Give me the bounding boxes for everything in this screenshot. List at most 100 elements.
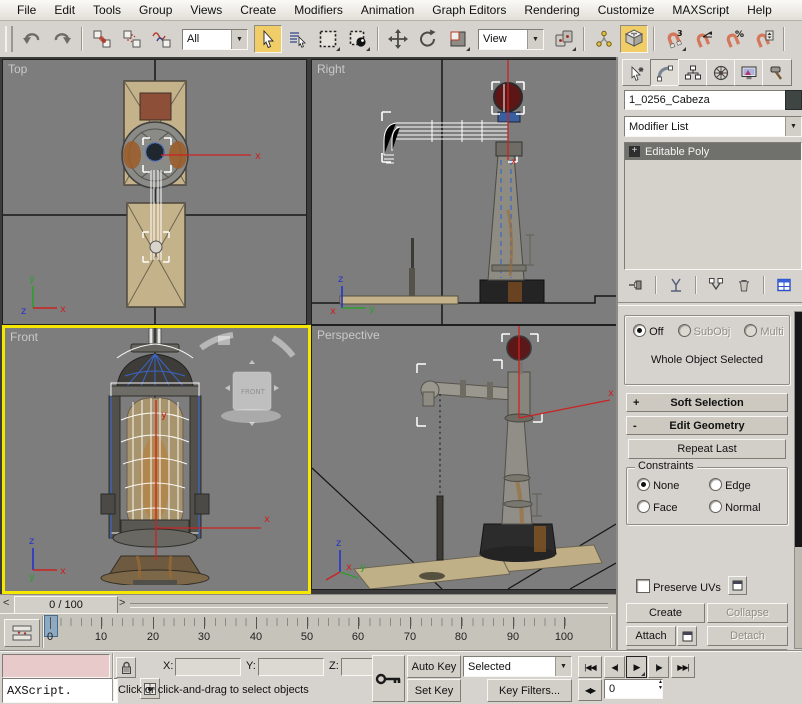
- create-button[interactable]: Create: [626, 603, 705, 623]
- constraint-none-radio[interactable]: None: [637, 478, 679, 492]
- select-and-rotate-icon[interactable]: [414, 25, 442, 53]
- unlink-selection-icon[interactable]: [118, 25, 146, 53]
- key-filters-button[interactable]: Key Filters...: [487, 679, 572, 702]
- menu-maxscript[interactable]: MAXScript: [663, 1, 738, 19]
- viewport-perspective[interactable]: x z x y Perspective: [311, 325, 617, 590]
- toolbar-grip[interactable]: [5, 26, 13, 52]
- previous-frame-button[interactable]: ◀|: [604, 656, 625, 678]
- time-slider-prev-icon[interactable]: <: [3, 597, 9, 609]
- menu-file[interactable]: File: [8, 1, 45, 19]
- viewport-front[interactable]: y x FRONT z x: [2, 325, 311, 594]
- reference-coordinate-arrow-icon[interactable]: ▼: [527, 30, 543, 49]
- attach-button[interactable]: Attach: [626, 626, 676, 646]
- preview-off-radio[interactable]: Off: [633, 324, 664, 338]
- mini-curve-editor-button[interactable]: [4, 619, 40, 647]
- menu-create[interactable]: Create: [231, 1, 285, 19]
- collapse-button[interactable]: Collapse: [707, 603, 788, 623]
- tab-hierarchy[interactable]: [678, 59, 708, 86]
- make-unique-icon[interactable]: [704, 274, 728, 296]
- viewport-top[interactable]: x y x z Top: [2, 59, 307, 325]
- constraint-face-radio[interactable]: Face: [637, 500, 678, 514]
- preview-subobj-radio[interactable]: SubObj: [678, 324, 731, 338]
- bind-to-space-warp-icon[interactable]: [148, 25, 176, 53]
- detach-button[interactable]: Detach: [707, 626, 788, 646]
- pin-stack-icon[interactable]: [624, 274, 648, 296]
- select-by-name-icon[interactable]: [284, 25, 312, 53]
- tab-motion[interactable]: [706, 59, 736, 86]
- set-key-button[interactable]: Set Key: [407, 679, 461, 702]
- configure-modifier-sets-icon[interactable]: [772, 274, 796, 296]
- object-color-swatch[interactable]: [785, 90, 802, 110]
- viewport-front-label[interactable]: Front: [10, 330, 38, 344]
- set-keys-button[interactable]: [372, 655, 405, 702]
- preserve-uvs-checkbox[interactable]: Preserve UVs: [636, 579, 721, 594]
- select-and-scale-icon[interactable]: [444, 25, 472, 53]
- selection-set-dropdown[interactable]: Selected ▼: [463, 656, 572, 677]
- menu-modifiers[interactable]: Modifiers: [285, 1, 352, 19]
- snaps-toggle-icon[interactable]: [620, 25, 648, 53]
- viewport-right-label[interactable]: Right: [317, 62, 345, 76]
- time-slider-track[interactable]: [130, 603, 608, 608]
- tab-create[interactable]: [622, 59, 652, 86]
- menu-customize[interactable]: Customize: [589, 1, 664, 19]
- reference-coordinate-dropdown[interactable]: View ▼: [478, 29, 544, 50]
- menu-group[interactable]: Group: [130, 1, 181, 19]
- constraint-edge-radio[interactable]: Edge: [709, 478, 751, 492]
- menu-animation[interactable]: Animation: [352, 1, 423, 19]
- frame-spinner[interactable]: ▲ ▼: [655, 679, 666, 699]
- object-name-field[interactable]: 1_0256_Cabeza: [624, 90, 790, 110]
- use-pivot-point-center-icon[interactable]: [550, 25, 578, 53]
- rectangular-selection-region-icon[interactable]: [314, 25, 342, 53]
- window-crossing-icon[interactable]: [344, 25, 372, 53]
- constraint-normal-radio[interactable]: Normal: [709, 500, 761, 514]
- select-and-manipulate-icon[interactable]: [590, 25, 618, 53]
- track-bar[interactable]: 0 10 20 30 40 50 60 70 80 90 100: [0, 613, 616, 651]
- menu-graph-editors[interactable]: Graph Editors: [423, 1, 515, 19]
- selection-set-arrow-icon[interactable]: ▼: [555, 657, 571, 676]
- menu-edit[interactable]: Edit: [45, 1, 84, 19]
- menu-views[interactable]: Views: [181, 1, 231, 19]
- auto-key-button[interactable]: Auto Key: [407, 655, 461, 678]
- x-coord-field[interactable]: [175, 658, 241, 676]
- panel-scrollbar[interactable]: [794, 311, 802, 649]
- viewport-top-label[interactable]: Top: [8, 62, 27, 76]
- go-to-end-button[interactable]: ▶▶|: [671, 656, 695, 678]
- panel-scrollbar-thumb[interactable]: [795, 312, 802, 547]
- maxscript-listener-pink-field[interactable]: [2, 654, 110, 678]
- attach-settings-button[interactable]: [677, 626, 697, 646]
- remove-modifier-icon[interactable]: [732, 274, 756, 296]
- angle-snap-toggle-icon[interactable]: [690, 25, 718, 53]
- next-frame-button[interactable]: |▶: [648, 656, 669, 678]
- y-coord-field[interactable]: [258, 658, 324, 676]
- time-slider-next-icon[interactable]: >: [119, 597, 125, 609]
- select-and-link-icon[interactable]: [88, 25, 116, 53]
- undo-icon[interactable]: [18, 25, 46, 53]
- tab-utilities[interactable]: [762, 59, 792, 86]
- percent-snap-toggle-icon[interactable]: %: [720, 25, 748, 53]
- snap-toggle-3d-icon[interactable]: 3: [660, 25, 688, 53]
- modifier-stack[interactable]: + Editable Poly: [624, 142, 802, 270]
- tab-display[interactable]: [734, 59, 764, 86]
- selection-filter-dropdown[interactable]: All ▼: [182, 29, 248, 50]
- viewport-perspective-label[interactable]: Perspective: [317, 328, 380, 342]
- rollout-soft-selection[interactable]: + Soft Selection: [626, 393, 788, 412]
- menu-rendering[interactable]: Rendering: [515, 1, 588, 19]
- show-end-result-icon[interactable]: [664, 274, 688, 296]
- stack-expand-icon[interactable]: +: [629, 146, 640, 157]
- key-mode-toggle[interactable]: ◀▶: [578, 679, 602, 701]
- menu-help[interactable]: Help: [738, 1, 781, 19]
- stack-item-editable-poly[interactable]: + Editable Poly: [625, 143, 801, 160]
- menu-tools[interactable]: Tools: [84, 1, 130, 19]
- preview-multi-radio[interactable]: Multi: [744, 324, 783, 338]
- select-object-icon[interactable]: [254, 25, 282, 53]
- selection-lock-toggle[interactable]: [116, 657, 136, 678]
- tab-modify[interactable]: [650, 59, 680, 86]
- go-to-start-button[interactable]: |◀◀: [578, 656, 602, 678]
- selection-filter-arrow-icon[interactable]: ▼: [231, 30, 247, 49]
- preserve-uvs-settings-button[interactable]: [728, 576, 747, 595]
- rollout-edit-geometry[interactable]: - Edit Geometry: [626, 416, 788, 435]
- modifier-list-arrow-icon[interactable]: ▼: [785, 117, 801, 136]
- redo-icon[interactable]: [48, 25, 76, 53]
- maxscript-listener-white-field[interactable]: AXScript.: [2, 678, 118, 703]
- time-slider-handle[interactable]: 0 / 100: [14, 596, 118, 614]
